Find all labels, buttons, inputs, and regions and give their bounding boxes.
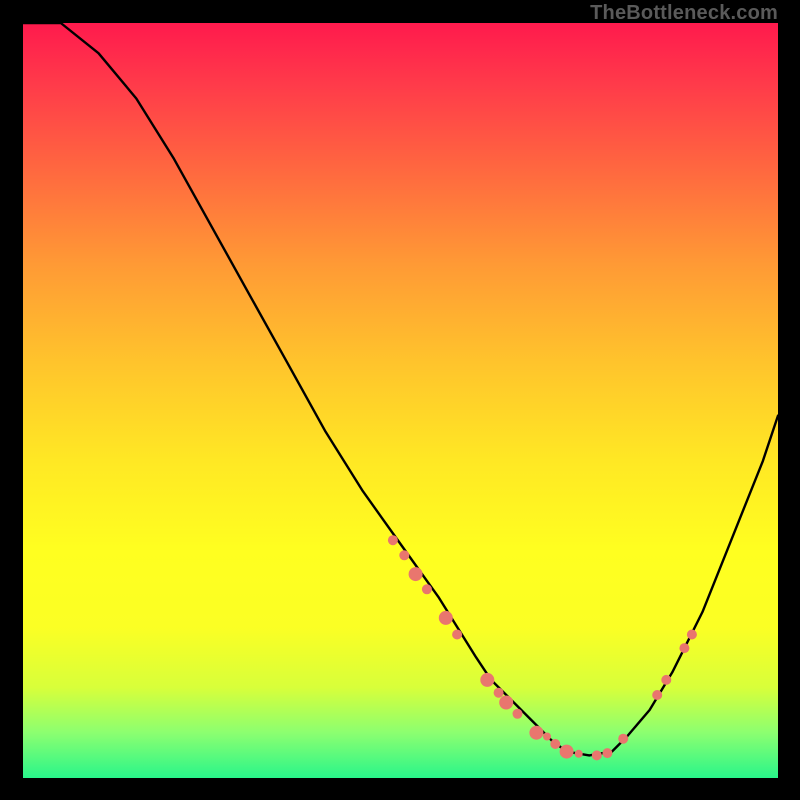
marker-point bbox=[529, 726, 543, 740]
watermark-text: TheBottleneck.com bbox=[590, 2, 778, 25]
bottleneck-curve bbox=[23, 23, 778, 755]
marker-point bbox=[602, 748, 612, 758]
marker-point bbox=[422, 584, 432, 594]
marker-point bbox=[618, 734, 628, 744]
curve-markers bbox=[388, 535, 697, 760]
marker-point bbox=[592, 750, 602, 760]
marker-point bbox=[687, 630, 697, 640]
chart-svg bbox=[23, 23, 778, 778]
marker-point bbox=[480, 673, 494, 687]
marker-point bbox=[452, 630, 462, 640]
marker-point bbox=[513, 709, 523, 719]
marker-point bbox=[499, 696, 513, 710]
marker-point bbox=[550, 739, 560, 749]
marker-point bbox=[679, 643, 689, 653]
marker-point bbox=[560, 745, 574, 759]
marker-point bbox=[661, 675, 671, 685]
marker-point bbox=[409, 567, 423, 581]
marker-point bbox=[543, 733, 551, 741]
marker-point bbox=[388, 535, 398, 545]
marker-point bbox=[439, 611, 453, 625]
marker-point bbox=[575, 750, 583, 758]
marker-point bbox=[399, 550, 409, 560]
marker-point bbox=[652, 690, 662, 700]
marker-point bbox=[494, 688, 504, 698]
